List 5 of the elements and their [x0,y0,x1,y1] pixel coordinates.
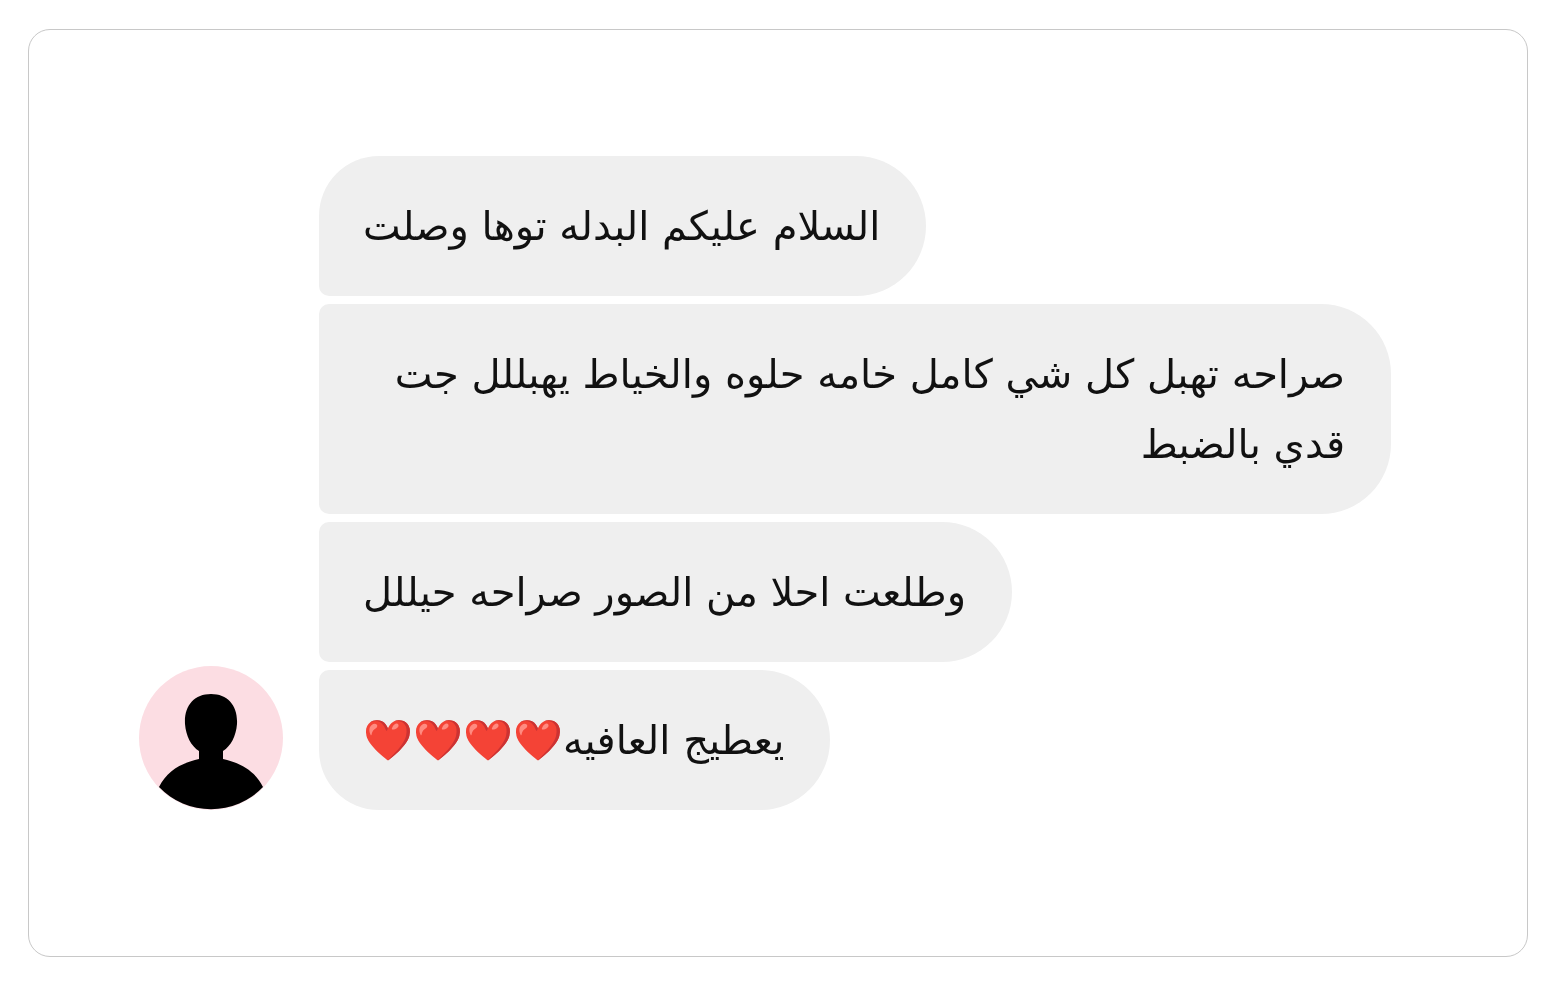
message-bubble: يعطيج العافيه❤❤❤❤ [319,670,831,810]
message-bubble: السلام عليكم البدله توها وصلت [319,156,927,296]
message-bubble: وطلعت احلا من الصور صراحه حيللل [319,522,1012,662]
avatar-icon [139,666,283,810]
message-bubble: صراحه تهبل كل شي كامل خامه حلوه والخياط يهبللل جت قدي بالضبط [319,304,1391,514]
